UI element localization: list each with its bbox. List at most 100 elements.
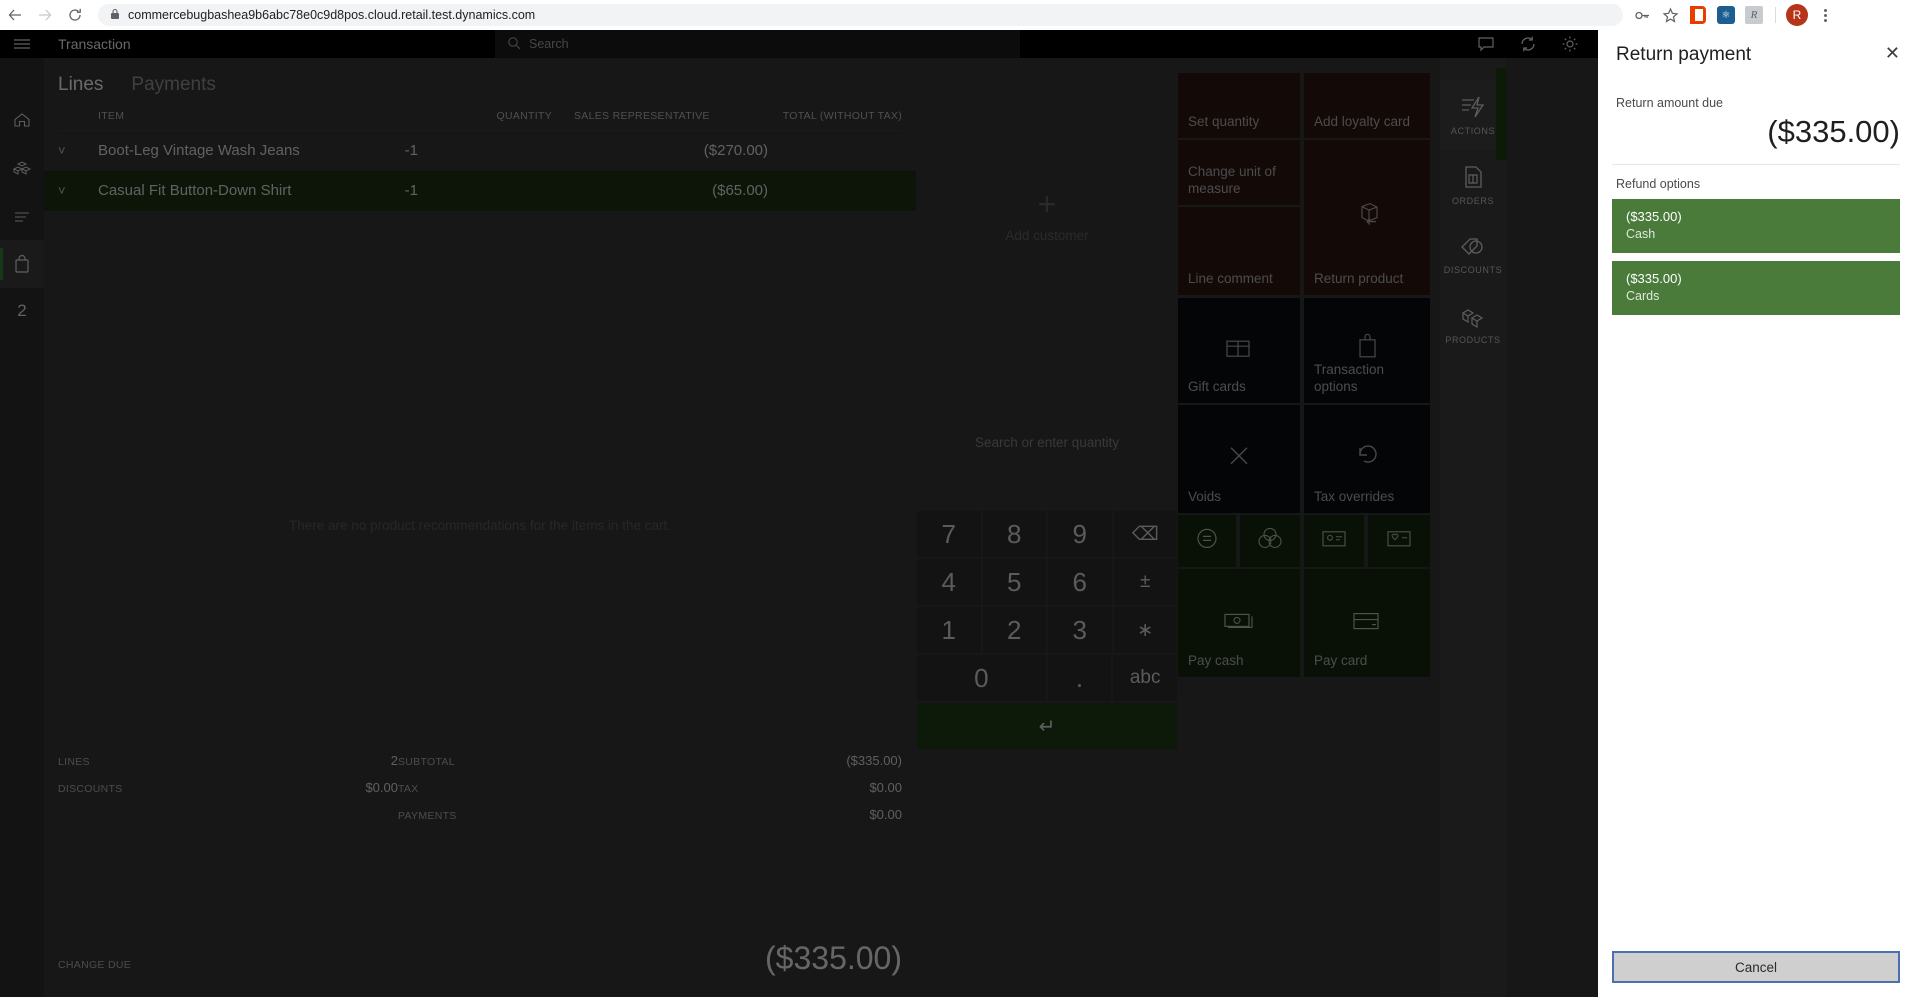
return-amount-label: Return amount due bbox=[1616, 96, 1724, 110]
enter-button[interactable]: ↵ bbox=[917, 703, 1177, 749]
panel-title: Return payment bbox=[1616, 44, 1752, 65]
rail-caption: ORDERS bbox=[1451, 196, 1495, 206]
backspace-icon[interactable]: ⌫ bbox=[1113, 511, 1177, 557]
tile-voids[interactable]: Voids bbox=[1178, 405, 1300, 513]
refund-amount: ($335.00) bbox=[1626, 209, 1682, 224]
credit-card-icon bbox=[1304, 609, 1430, 633]
avatar[interactable]: R bbox=[1784, 2, 1810, 28]
row-total: ($65.00) bbox=[712, 182, 768, 199]
refund-option-cash[interactable]: ($335.00) Cash bbox=[1612, 199, 1900, 253]
key-9[interactable]: 9 bbox=[1048, 511, 1112, 557]
tile-line-comment[interactable]: Line comment bbox=[1178, 207, 1300, 295]
chevron-down-icon[interactable]: ˅ bbox=[58, 181, 98, 198]
forward-button[interactable] bbox=[30, 0, 60, 30]
left-navigation-rail: 2 bbox=[0, 30, 44, 997]
refund-option-cards[interactable]: ($335.00) Cards bbox=[1612, 261, 1900, 315]
total-subtotal-value: ($335.00) bbox=[846, 753, 902, 768]
key-3[interactable]: 3 bbox=[1048, 607, 1112, 653]
total-payments-label: PAYMENTS bbox=[398, 810, 457, 822]
key-decimal[interactable]: . bbox=[1047, 655, 1112, 701]
back-button[interactable] bbox=[0, 0, 30, 30]
key-abc[interactable]: abc bbox=[1113, 655, 1178, 701]
quantity-hint: Search or enter quantity bbox=[974, 435, 1120, 450]
tile-payment-loyalty-card[interactable] bbox=[1368, 515, 1430, 567]
close-icon[interactable]: ✕ bbox=[1885, 44, 1900, 62]
numeric-keypad: 7 8 9 ⌫ 4 5 6 ± 1 2 3 ∗ 0 . abc ↵ bbox=[917, 511, 1178, 749]
cancel-button[interactable]: Cancel bbox=[1612, 951, 1900, 983]
row-total: ($270.00) bbox=[703, 142, 768, 159]
change-due: CHANGE DUE ($335.00) bbox=[58, 940, 902, 977]
cart-totals: LINES 2 DISCOUNTS $0.00 SUBTOTAL ($335.0… bbox=[58, 747, 902, 997]
add-customer-button[interactable]: + Add customer bbox=[916, 188, 1178, 243]
tab-lines[interactable]: Lines bbox=[58, 74, 103, 96]
total-lines-value: 2 bbox=[390, 753, 398, 768]
rail-item-discounts[interactable]: DISCOUNTS bbox=[1440, 220, 1506, 290]
hamburger-icon[interactable] bbox=[0, 30, 44, 58]
refund-name: Cash bbox=[1626, 227, 1656, 241]
id-card-icon bbox=[1304, 528, 1364, 550]
search-input[interactable]: Search bbox=[495, 30, 1020, 58]
key-5[interactable]: 5 bbox=[982, 559, 1046, 605]
star-icon[interactable] bbox=[1657, 2, 1683, 28]
key-1[interactable]: 1 bbox=[917, 607, 981, 653]
gift-card-icon bbox=[1178, 334, 1300, 362]
sidebar-item-list[interactable] bbox=[0, 192, 44, 240]
key-2[interactable]: 2 bbox=[982, 607, 1046, 653]
total-lines: LINES 2 bbox=[58, 747, 398, 774]
chat-icon[interactable] bbox=[1476, 34, 1496, 54]
total-subtotal: SUBTOTAL ($335.00) bbox=[398, 747, 902, 774]
sidebar-item-home[interactable] bbox=[0, 96, 44, 144]
return-box-icon bbox=[1304, 197, 1430, 231]
totals-right-column: SUBTOTAL ($335.00) TAX $0.00 PAYMENTS $0… bbox=[398, 747, 902, 828]
key-asterisk[interactable]: ∗ bbox=[1113, 607, 1177, 653]
tile-change-unit-of-measure[interactable]: Change unit of measure bbox=[1178, 140, 1300, 205]
key-7[interactable]: 7 bbox=[917, 511, 981, 557]
tile-payment-currency[interactable] bbox=[1240, 515, 1300, 567]
sidebar-item-products[interactable] bbox=[0, 144, 44, 192]
office-extension-icon[interactable] bbox=[1685, 2, 1711, 28]
tile-return-product[interactable]: Return product bbox=[1304, 140, 1430, 295]
rail-item-products[interactable]: PRODUCTS bbox=[1440, 290, 1506, 360]
sync-icon[interactable] bbox=[1518, 34, 1538, 54]
refund-options-label: Refund options bbox=[1616, 177, 1701, 191]
coins-icon bbox=[1240, 525, 1300, 551]
tile-add-loyalty-card[interactable]: Add loyalty card bbox=[1304, 73, 1430, 138]
tile-pay-card[interactable]: Pay card bbox=[1304, 569, 1430, 677]
tab-payments[interactable]: Payments bbox=[131, 74, 215, 96]
key-plus-minus[interactable]: ± bbox=[1113, 559, 1177, 605]
key-4[interactable]: 4 bbox=[917, 559, 981, 605]
change-due-label: CHANGE DUE bbox=[58, 959, 132, 971]
reload-button[interactable] bbox=[60, 0, 90, 30]
tile-pay-cash[interactable]: Pay cash bbox=[1178, 569, 1300, 677]
tile-tax-overrides[interactable]: Tax overrides bbox=[1304, 405, 1430, 513]
undo-icon bbox=[1304, 441, 1430, 471]
rail-item-orders[interactable]: ORDERS bbox=[1440, 150, 1506, 220]
total-subtotal-label: SUBTOTAL bbox=[398, 756, 455, 768]
key-6[interactable]: 6 bbox=[1048, 559, 1112, 605]
script-extension-icon[interactable]: R bbox=[1741, 2, 1767, 28]
refund-amount: ($335.00) bbox=[1626, 271, 1682, 286]
key-icon[interactable] bbox=[1629, 2, 1655, 28]
tile-transaction-options[interactable]: Transaction options bbox=[1304, 298, 1430, 403]
tile-payment-id-card[interactable] bbox=[1304, 515, 1364, 567]
tile-gift-cards[interactable]: Gift cards bbox=[1178, 298, 1300, 403]
sidebar-item-cart[interactable] bbox=[0, 240, 44, 288]
row-quantity: -1 bbox=[404, 142, 418, 159]
column-total: TOTAL (WITHOUT TAX) bbox=[782, 110, 902, 122]
total-tax: TAX $0.00 bbox=[398, 774, 902, 801]
action-tiles-panel: Set quantity Add loyalty card Change uni… bbox=[1178, 58, 1440, 997]
tile-set-quantity[interactable]: Set quantity bbox=[1178, 73, 1300, 138]
key-8[interactable]: 8 bbox=[982, 511, 1046, 557]
address-bar[interactable]: commercebugbashea9b6abc78e0c9d8pos.cloud… bbox=[98, 4, 1623, 26]
tile-payment-equals[interactable] bbox=[1178, 515, 1236, 567]
chevron-down-icon[interactable]: ˅ bbox=[58, 141, 98, 158]
gear-icon[interactable] bbox=[1560, 34, 1580, 54]
shield-extension-icon[interactable]: ⚛ bbox=[1713, 2, 1739, 28]
kebab-menu-icon[interactable] bbox=[1812, 2, 1838, 28]
table-row[interactable]: ˅ Boot-Leg Vintage Wash Jeans -1 ($270.0… bbox=[58, 131, 902, 171]
customer-and-keypad-panel: + Add customer Search or enter quantity … bbox=[916, 58, 1178, 997]
loyalty-card-icon bbox=[1368, 528, 1430, 550]
key-0[interactable]: 0 bbox=[917, 655, 1046, 701]
page-title: Transaction bbox=[58, 36, 131, 52]
table-row[interactable]: ˅ Casual Fit Button-Down Shirt -1 ($65.0… bbox=[44, 171, 916, 211]
